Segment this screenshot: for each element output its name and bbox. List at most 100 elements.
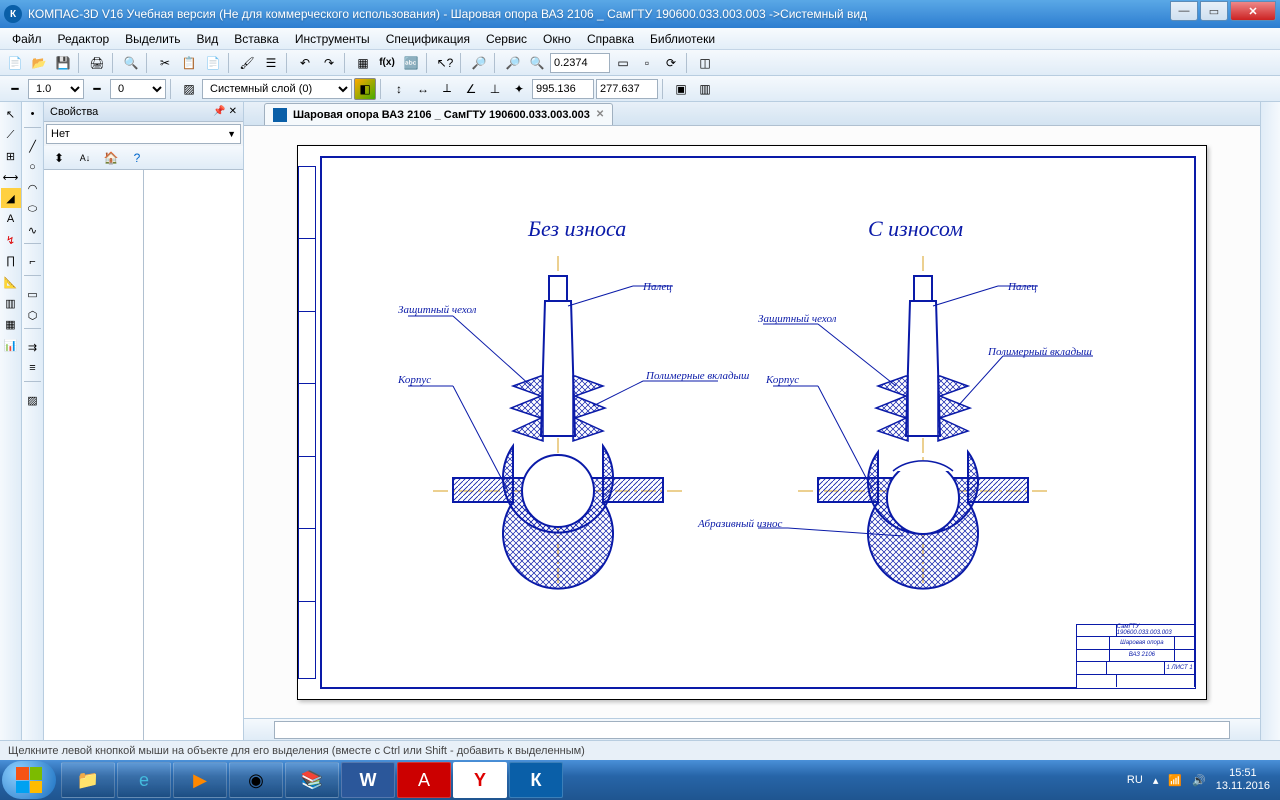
zoom-out-icon[interactable]: 🔎 bbox=[502, 52, 524, 74]
pointer-icon[interactable]: ↖ bbox=[1, 104, 21, 124]
properties-combo[interactable]: Нет▼ bbox=[46, 124, 241, 144]
menu-service[interactable]: Сервис bbox=[480, 30, 533, 48]
menu-help[interactable]: Справка bbox=[581, 30, 640, 48]
minimize-button[interactable]: — bbox=[1170, 1, 1198, 21]
cut-icon[interactable]: ✂ bbox=[154, 52, 176, 74]
text-icon[interactable]: A bbox=[1, 209, 21, 229]
line-thick-icon[interactable]: ━ bbox=[86, 78, 108, 100]
help-icon[interactable]: ? bbox=[126, 147, 148, 169]
equi-icon[interactable]: ≡ bbox=[23, 358, 43, 378]
taskbar-word-icon[interactable]: W bbox=[341, 762, 395, 798]
command-input[interactable] bbox=[274, 721, 1230, 739]
line-icon[interactable]: ⟋ bbox=[1, 125, 21, 145]
tray-lang[interactable]: RU bbox=[1127, 774, 1143, 786]
tray-network-icon[interactable]: 📶 bbox=[1168, 774, 1182, 787]
dim-icon[interactable]: ⟷ bbox=[1, 167, 21, 187]
line-style-select[interactable]: 1.0 bbox=[28, 79, 84, 99]
close-button[interactable]: ✕ bbox=[1230, 1, 1276, 21]
home-icon[interactable]: 🏠 bbox=[100, 147, 122, 169]
cursor-icon[interactable]: ↖? bbox=[434, 52, 456, 74]
report-icon[interactable]: 📊 bbox=[1, 335, 21, 355]
menu-file[interactable]: Файл bbox=[6, 30, 48, 48]
new-icon[interactable]: 📄 bbox=[4, 52, 26, 74]
menu-window[interactable]: Окно bbox=[537, 30, 577, 48]
tray-sound-icon[interactable]: 🔊 bbox=[1192, 774, 1206, 787]
print-icon[interactable]: 🖨 bbox=[86, 52, 108, 74]
fillet-icon[interactable]: ⌐ bbox=[23, 252, 43, 272]
tab-close-icon[interactable]: ✕ bbox=[596, 109, 604, 120]
line-thin-icon[interactable]: ━ bbox=[4, 78, 26, 100]
axis-icon[interactable]: ⊥ bbox=[484, 78, 506, 100]
table-icon[interactable]: ▦ bbox=[352, 52, 374, 74]
grid2-icon[interactable]: ⊞ bbox=[1, 146, 21, 166]
taskbar-wmp-icon[interactable]: ▶ bbox=[173, 762, 227, 798]
zoom-value-input[interactable] bbox=[550, 53, 610, 73]
zoom-scale-icon[interactable]: 🔍 bbox=[526, 52, 548, 74]
pin-icon[interactable]: 📌 ✕ bbox=[213, 106, 237, 117]
grid-icon[interactable]: ✦ bbox=[508, 78, 530, 100]
undo-icon[interactable]: ↶ bbox=[294, 52, 316, 74]
hatch2-icon[interactable]: ▨ bbox=[23, 390, 43, 410]
maximize-button[interactable]: ▭ bbox=[1200, 1, 1228, 21]
offset-icon[interactable]: ⇉ bbox=[23, 337, 43, 357]
menu-spec[interactable]: Спецификация bbox=[380, 30, 476, 48]
seg-icon[interactable]: ╱ bbox=[23, 136, 43, 156]
taskbar-winrar-icon[interactable]: 📚 bbox=[285, 762, 339, 798]
menu-edit[interactable]: Редактор bbox=[52, 30, 116, 48]
ortho-icon[interactable]: ▥ bbox=[694, 78, 716, 100]
line-weight-select[interactable]: 0 bbox=[110, 79, 166, 99]
tray-clock[interactable]: 15:5113.11.2016 bbox=[1216, 767, 1270, 793]
preview-icon[interactable]: 🔍 bbox=[120, 52, 142, 74]
drawing-canvas[interactable]: Без износа С износом bbox=[244, 126, 1260, 718]
coord-y-input[interactable] bbox=[596, 79, 658, 99]
tray-flag-icon[interactable]: ▴ bbox=[1153, 774, 1159, 787]
menu-tools[interactable]: Инструменты bbox=[289, 30, 376, 48]
taskbar-yandex-icon[interactable]: Y bbox=[453, 762, 507, 798]
taskbar-kompas-icon[interactable]: К bbox=[509, 762, 563, 798]
brush-icon[interactable]: 🖌 bbox=[236, 52, 258, 74]
redo-icon[interactable]: ↷ bbox=[318, 52, 340, 74]
sheets-icon[interactable]: ▦ bbox=[1, 314, 21, 334]
menu-select[interactable]: Выделить bbox=[119, 30, 186, 48]
menu-libs[interactable]: Библиотеки bbox=[644, 30, 721, 48]
taskbar-ie-icon[interactable]: e bbox=[117, 762, 171, 798]
document-tab[interactable]: Шаровая опора ВАЗ 2106 _ СамГТУ 190600.0… bbox=[264, 103, 613, 125]
dim-v-icon[interactable]: ↕ bbox=[388, 78, 410, 100]
menu-insert[interactable]: Вставка bbox=[228, 30, 285, 48]
arc-icon[interactable]: ◠ bbox=[23, 178, 43, 198]
vars-icon[interactable]: 🔤 bbox=[400, 52, 422, 74]
sort-icon[interactable]: ⬍ bbox=[48, 147, 70, 169]
rect-icon[interactable]: ▭ bbox=[23, 284, 43, 304]
refresh-icon[interactable]: ⟳ bbox=[660, 52, 682, 74]
az-icon[interactable]: A↓ bbox=[74, 147, 96, 169]
window-icon[interactable]: ◫ bbox=[694, 52, 716, 74]
dim-h-icon[interactable]: ↔ bbox=[412, 78, 434, 100]
measure-icon[interactable]: 📐 bbox=[1, 272, 21, 292]
hatch-icon[interactable]: ▨ bbox=[178, 78, 200, 100]
snap-icon[interactable]: ▣ bbox=[670, 78, 692, 100]
sheet-icon[interactable]: ▥ bbox=[1, 293, 21, 313]
properties-tree[interactable] bbox=[44, 170, 144, 740]
open-icon[interactable]: 📂 bbox=[28, 52, 50, 74]
start-button[interactable] bbox=[2, 761, 56, 799]
copy-icon[interactable]: 📋 bbox=[178, 52, 200, 74]
zoom-in-icon[interactable]: 🔎 bbox=[468, 52, 490, 74]
rough-icon[interactable]: ◢ bbox=[1, 188, 21, 208]
zoom-fit-icon[interactable]: ▭ bbox=[612, 52, 634, 74]
orient-icon[interactable]: ⟂ bbox=[436, 78, 458, 100]
taskbar-acrobat-icon[interactable]: A bbox=[397, 762, 451, 798]
fx-icon[interactable]: f(x) bbox=[376, 52, 398, 74]
zoom-reduce-icon[interactable]: ▫ bbox=[636, 52, 658, 74]
save-icon[interactable]: 💾 bbox=[52, 52, 74, 74]
param-icon[interactable]: ∏ bbox=[1, 251, 21, 271]
spline-icon[interactable]: ∿ bbox=[23, 220, 43, 240]
taskbar-chrome-icon[interactable]: ◉ bbox=[229, 762, 283, 798]
circle-icon[interactable]: ○ bbox=[23, 157, 43, 177]
menu-view[interactable]: Вид bbox=[191, 30, 225, 48]
dim-angle-icon[interactable]: ∠ bbox=[460, 78, 482, 100]
layer-state-icon[interactable]: ◧ bbox=[354, 78, 376, 100]
coord-x-input[interactable] bbox=[532, 79, 594, 99]
point-icon[interactable]: • bbox=[23, 104, 43, 124]
taskbar-explorer-icon[interactable]: 📁 bbox=[61, 762, 115, 798]
ellipse-icon[interactable]: ⬭ bbox=[23, 199, 43, 219]
